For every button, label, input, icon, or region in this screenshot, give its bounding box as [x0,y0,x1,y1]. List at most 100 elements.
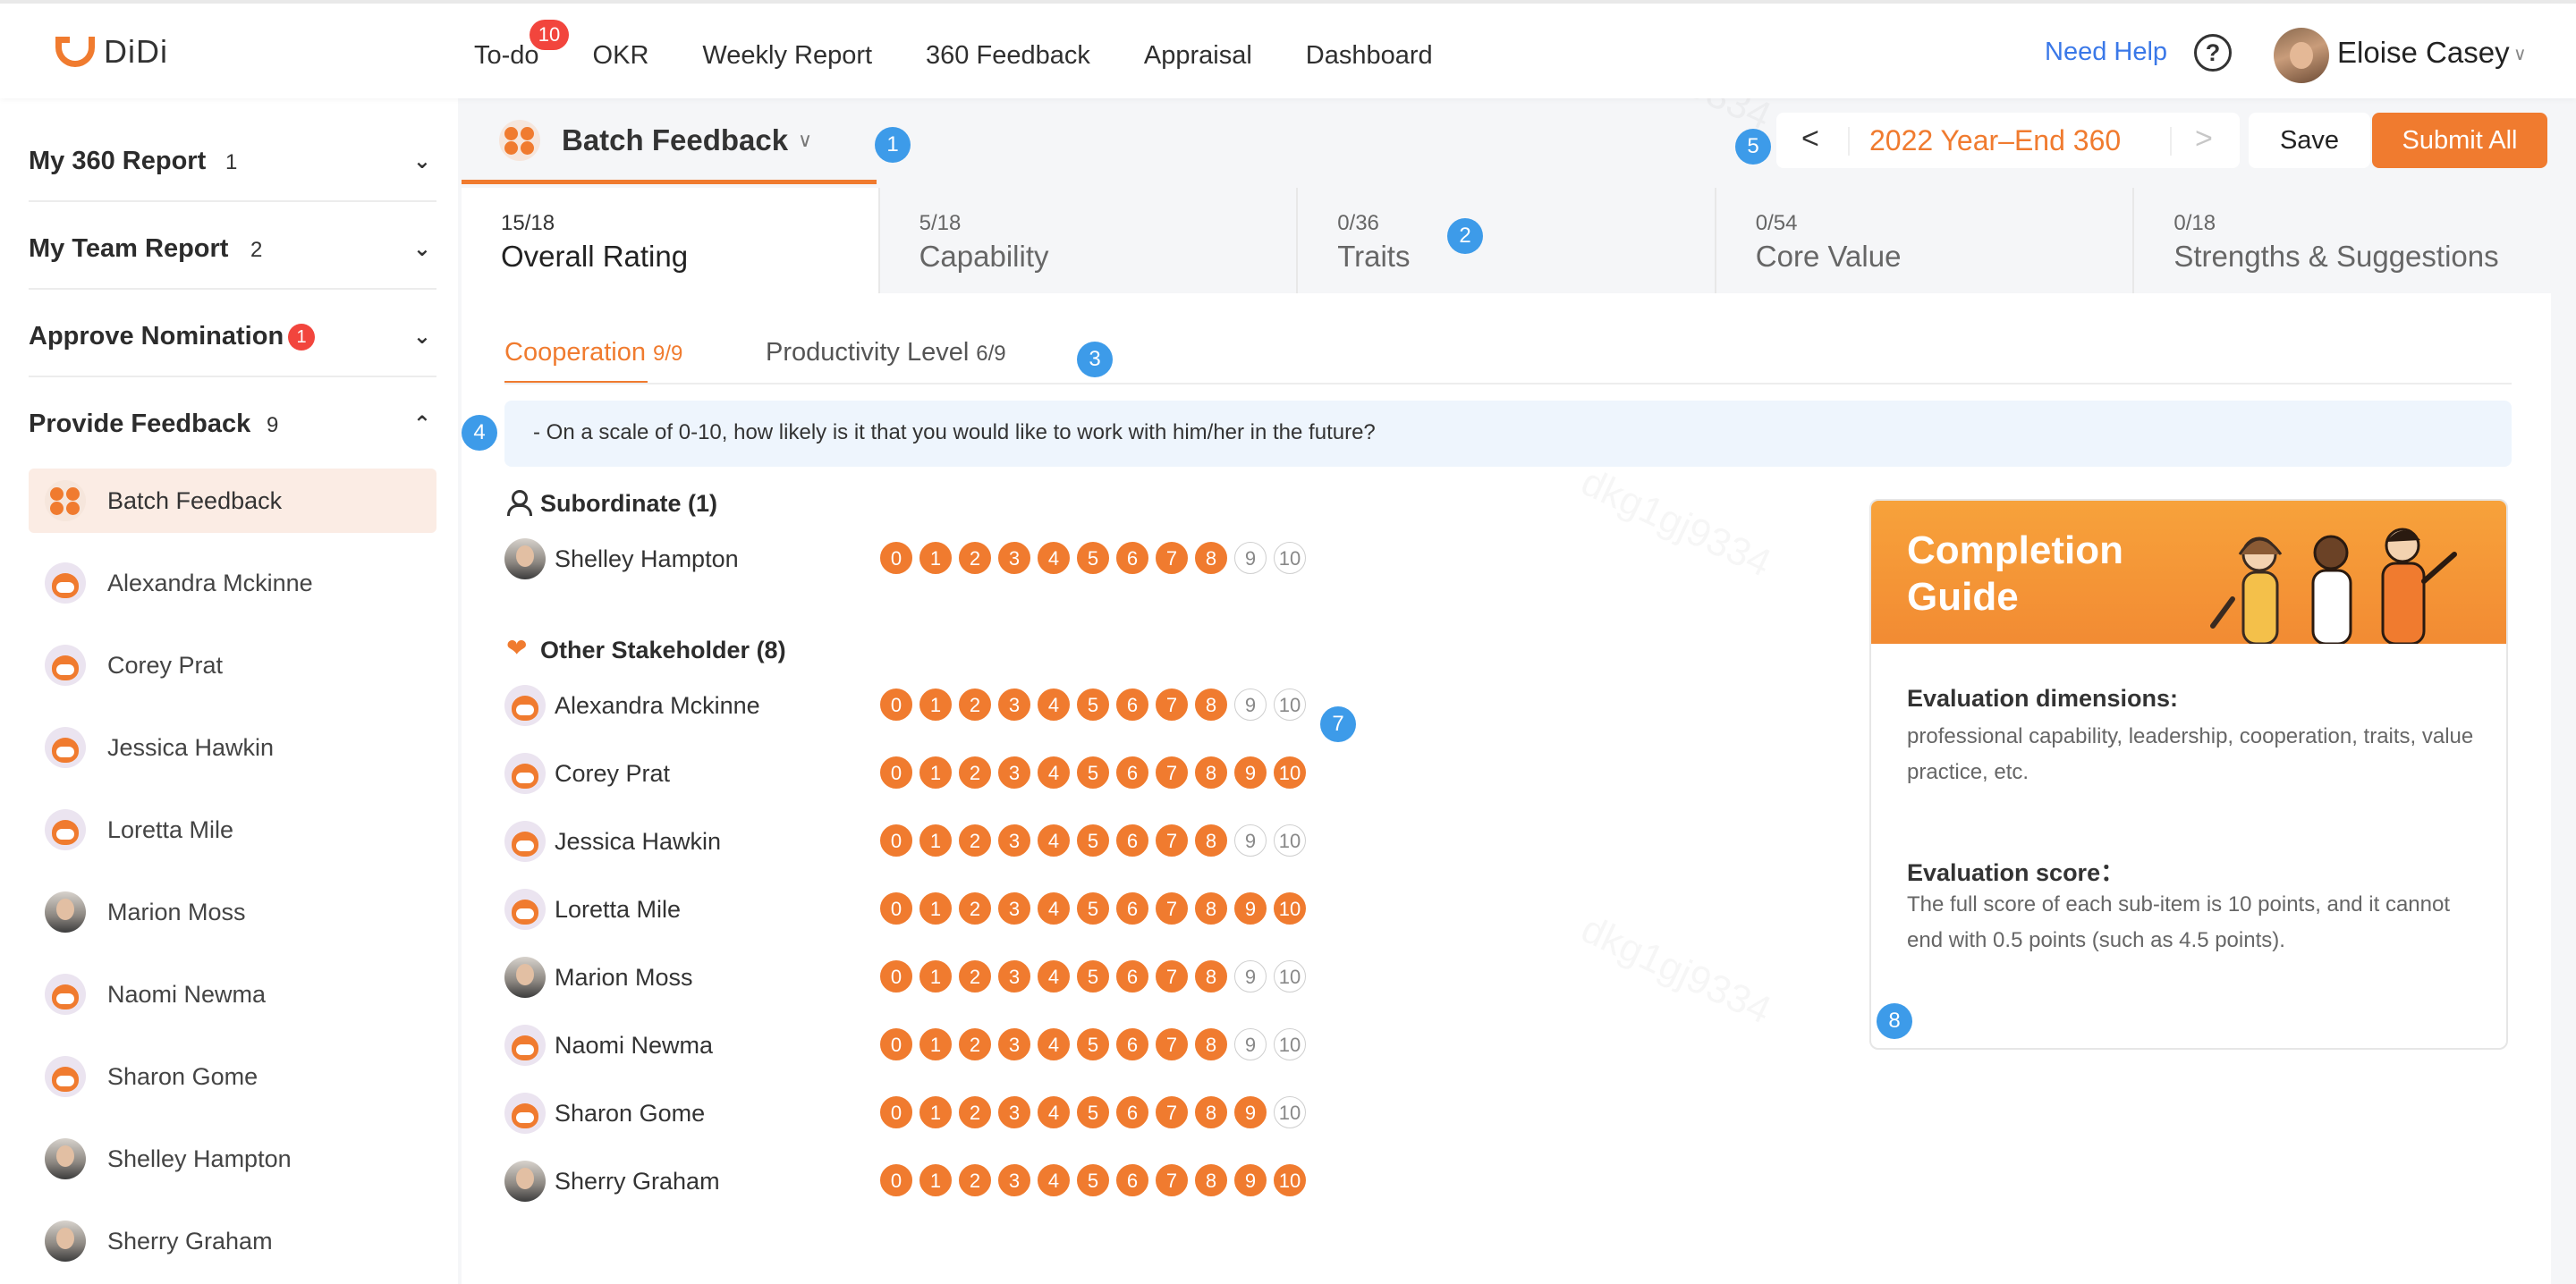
score-option-4[interactable]: 4 [1038,824,1070,857]
score-option-9[interactable]: 9 [1234,688,1267,721]
score-option-7[interactable]: 7 [1156,1096,1188,1128]
score-option-10[interactable]: 10 [1274,756,1306,789]
score-option-2[interactable]: 2 [959,1028,991,1060]
sidebar-item-person[interactable]: Sherry Graham [29,1209,436,1273]
score-option-4[interactable]: 4 [1038,688,1070,721]
score-option-8[interactable]: 8 [1195,1096,1227,1128]
sidebar-item-batch-feedback[interactable]: Batch Feedback [29,469,436,533]
score-option-8[interactable]: 8 [1195,824,1227,857]
chevron-down-icon[interactable]: ⌄ [413,148,431,174]
score-option-2[interactable]: 2 [959,756,991,789]
nav-okr[interactable]: OKR [593,41,649,71]
score-option-0[interactable]: 0 [880,824,912,857]
score-option-8[interactable]: 8 [1195,1164,1227,1196]
score-option-4[interactable]: 4 [1038,1028,1070,1060]
score-option-6[interactable]: 6 [1116,892,1148,925]
score-option-6[interactable]: 6 [1116,1096,1148,1128]
score-option-2[interactable]: 2 [959,688,991,721]
score-option-10[interactable]: 10 [1274,1164,1306,1196]
score-option-6[interactable]: 6 [1116,824,1148,857]
score-option-10[interactable]: 10 [1274,960,1306,993]
score-option-2[interactable]: 2 [959,824,991,857]
score-option-4[interactable]: 4 [1038,542,1070,574]
nav-appraisal[interactable]: Appraisal [1144,41,1252,71]
score-option-5[interactable]: 5 [1077,1028,1109,1060]
score-option-4[interactable]: 4 [1038,892,1070,925]
score-option-10[interactable]: 10 [1274,892,1306,925]
score-option-8[interactable]: 8 [1195,688,1227,721]
score-option-3[interactable]: 3 [998,688,1030,721]
sidebar-section-approve-nomination[interactable]: Approve Nomination 1 ⌄ [29,290,436,377]
user-menu-chevron-icon[interactable]: ∨ [2513,43,2527,65]
sidebar-section-my-360-report[interactable]: My 360 Report 1 ⌄ [29,114,436,202]
score-option-6[interactable]: 6 [1116,1028,1148,1060]
score-option-1[interactable]: 1 [919,824,952,857]
score-option-1[interactable]: 1 [919,960,952,993]
nav-weekly-report[interactable]: Weekly Report [702,41,872,71]
score-option-7[interactable]: 7 [1156,1028,1188,1060]
sidebar-item-person[interactable]: Shelley Hampton [29,1127,436,1191]
score-option-4[interactable]: 4 [1038,960,1070,993]
score-option-10[interactable]: 10 [1274,542,1306,574]
score-option-4[interactable]: 4 [1038,1164,1070,1196]
score-option-0[interactable]: 0 [880,1028,912,1060]
score-option-9[interactable]: 9 [1234,1028,1267,1060]
score-option-5[interactable]: 5 [1077,1164,1109,1196]
previous-period-icon[interactable]: < [1801,122,1819,156]
score-option-8[interactable]: 8 [1195,1028,1227,1060]
score-option-9[interactable]: 9 [1234,960,1267,993]
next-period-icon[interactable]: > [2195,122,2213,156]
score-option-3[interactable]: 3 [998,1164,1030,1196]
score-option-1[interactable]: 1 [919,688,952,721]
score-option-1[interactable]: 1 [919,1028,952,1060]
sidebar-item-person[interactable]: Marion Moss [29,880,436,944]
score-option-1[interactable]: 1 [919,892,952,925]
score-option-5[interactable]: 5 [1077,892,1109,925]
score-option-6[interactable]: 6 [1116,756,1148,789]
score-option-10[interactable]: 10 [1274,1096,1306,1128]
score-option-0[interactable]: 0 [880,756,912,789]
score-option-3[interactable]: 3 [998,960,1030,993]
score-option-4[interactable]: 4 [1038,1096,1070,1128]
score-option-3[interactable]: 3 [998,892,1030,925]
tab-strengths-suggestions[interactable]: 0/18 Strengths & Suggestions [2134,188,2551,293]
score-option-8[interactable]: 8 [1195,892,1227,925]
nav-360-feedback[interactable]: 360 Feedback [926,41,1090,71]
score-option-8[interactable]: 8 [1195,756,1227,789]
score-option-6[interactable]: 6 [1116,688,1148,721]
score-option-7[interactable]: 7 [1156,960,1188,993]
tab-traits[interactable]: 0/36 Traits [1298,188,1716,293]
score-option-5[interactable]: 5 [1077,756,1109,789]
score-option-9[interactable]: 9 [1234,824,1267,857]
score-option-2[interactable]: 2 [959,1164,991,1196]
score-option-1[interactable]: 1 [919,1096,952,1128]
score-option-2[interactable]: 2 [959,542,991,574]
tab-core-value[interactable]: 0/54 Core Value [1716,188,2135,293]
score-option-5[interactable]: 5 [1077,960,1109,993]
score-option-5[interactable]: 5 [1077,688,1109,721]
sidebar-section-my-team-report[interactable]: My Team Report 2 ⌄ [29,202,436,290]
submit-all-button[interactable]: Submit All [2372,113,2547,168]
sidebar-item-person[interactable]: Alexandra Mckinne [29,551,436,615]
score-option-3[interactable]: 3 [998,542,1030,574]
nav-todo[interactable]: To-do 10 [474,19,569,71]
user-avatar[interactable] [2274,28,2329,83]
score-option-2[interactable]: 2 [959,1096,991,1128]
user-name[interactable]: Eloise Casey [2337,36,2510,70]
score-option-7[interactable]: 7 [1156,542,1188,574]
chevron-down-icon[interactable]: ∨ [798,129,812,152]
score-option-7[interactable]: 7 [1156,892,1188,925]
sidebar-item-person[interactable]: Sharon Gome [29,1044,436,1109]
sidebar-item-person[interactable]: Jessica Hawkin [29,715,436,780]
score-option-7[interactable]: 7 [1156,756,1188,789]
sidebar-item-person[interactable]: Corey Prat [29,633,436,697]
score-option-2[interactable]: 2 [959,892,991,925]
score-option-9[interactable]: 9 [1234,1164,1267,1196]
score-option-8[interactable]: 8 [1195,960,1227,993]
score-option-1[interactable]: 1 [919,1164,952,1196]
score-option-3[interactable]: 3 [998,824,1030,857]
tab-overall-rating[interactable]: 15/18 Overall Rating [462,188,880,293]
help-icon[interactable]: ? [2194,34,2232,72]
score-option-5[interactable]: 5 [1077,542,1109,574]
score-option-10[interactable]: 10 [1274,1028,1306,1060]
